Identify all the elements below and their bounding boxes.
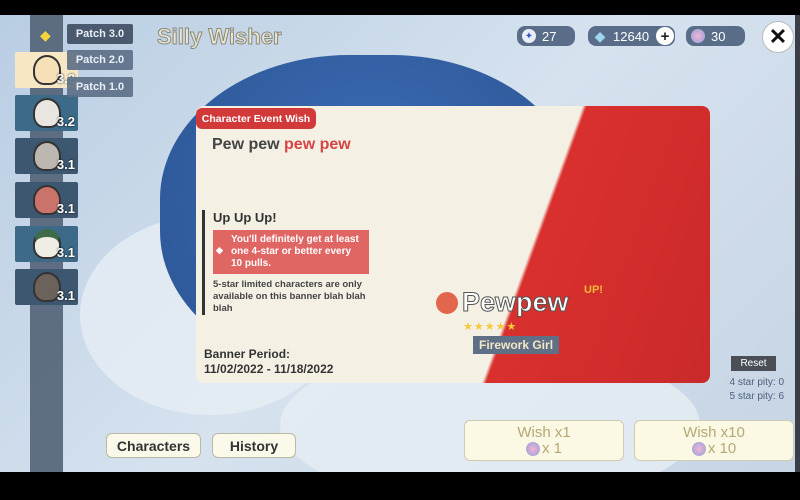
rate-up-badge: UP!: [584, 284, 603, 296]
fate-icon: [691, 442, 706, 456]
game-screen: ◆ 3.2 3.2 3.1 3.1 3.1 3.1 Patch 3.0 Patc…: [0, 15, 795, 472]
banner-description: 5-star limited characters are only avail…: [213, 279, 366, 314]
characters-button[interactable]: Characters: [106, 433, 201, 458]
starglitter-icon: ✦: [522, 29, 536, 43]
banner-period: Banner Period: 11/02/2022 - 11/18/2022: [204, 347, 334, 376]
five-star-pity: 5 star pity: 6: [729, 391, 784, 402]
banner-thumb[interactable]: 3.2: [15, 95, 78, 131]
patch-3-0-button[interactable]: Patch 3.0: [67, 24, 133, 44]
patch-2-0-button[interactable]: Patch 2.0: [67, 50, 133, 70]
diamond-icon: ◆: [40, 27, 51, 43]
banner-thumb[interactable]: 3.1: [15, 269, 78, 305]
primogem-counter: ◆ 12640 +: [588, 26, 675, 46]
diamond-icon: ◆: [216, 245, 223, 255]
wish-x1-button[interactable]: Wish x1 x 1: [464, 420, 624, 461]
app-title: Silly Wisher: [157, 24, 283, 50]
primogem-icon: ◆: [594, 27, 606, 44]
window-edge: [795, 15, 800, 472]
info-heading: Up Up Up!: [213, 210, 277, 225]
banner-info: Up Up Up! ◆ You'll definitely get at leas…: [202, 210, 372, 315]
banner-type-tab: Character Event Wish: [196, 108, 316, 129]
rarity-stars: ★★★★★: [463, 321, 518, 333]
fate-counter: 30: [686, 26, 745, 46]
patch-1-0-button[interactable]: Patch 1.0: [67, 77, 133, 97]
reset-button[interactable]: Reset: [731, 356, 776, 371]
character-name: Pewpew: [436, 287, 569, 318]
close-button[interactable]: ✕: [762, 21, 794, 53]
character-subtitle: Firework Girl: [473, 336, 560, 354]
banner-thumb[interactable]: 3.1: [15, 138, 78, 174]
fate-icon: [691, 29, 705, 43]
banner-card: Character Event Wish Pew pew pew pew Up …: [196, 106, 710, 383]
add-primogem-button[interactable]: +: [656, 27, 674, 45]
guarantee-box: ◆ You'll definitely get at least one 4-st…: [213, 230, 369, 274]
starglitter-counter: ✦ 27: [517, 26, 575, 46]
banner-thumb[interactable]: 3.1: [15, 182, 78, 218]
banner-thumb[interactable]: 3.1: [15, 226, 78, 262]
element-icon: [436, 291, 458, 314]
banner-title: Pew pew pew pew: [212, 136, 351, 153]
fate-icon: [525, 442, 540, 456]
four-star-pity: 4 star pity: 0: [729, 377, 784, 388]
history-button[interactable]: History: [212, 433, 296, 458]
wish-x10-button[interactable]: Wish x10 x 10: [634, 420, 794, 461]
